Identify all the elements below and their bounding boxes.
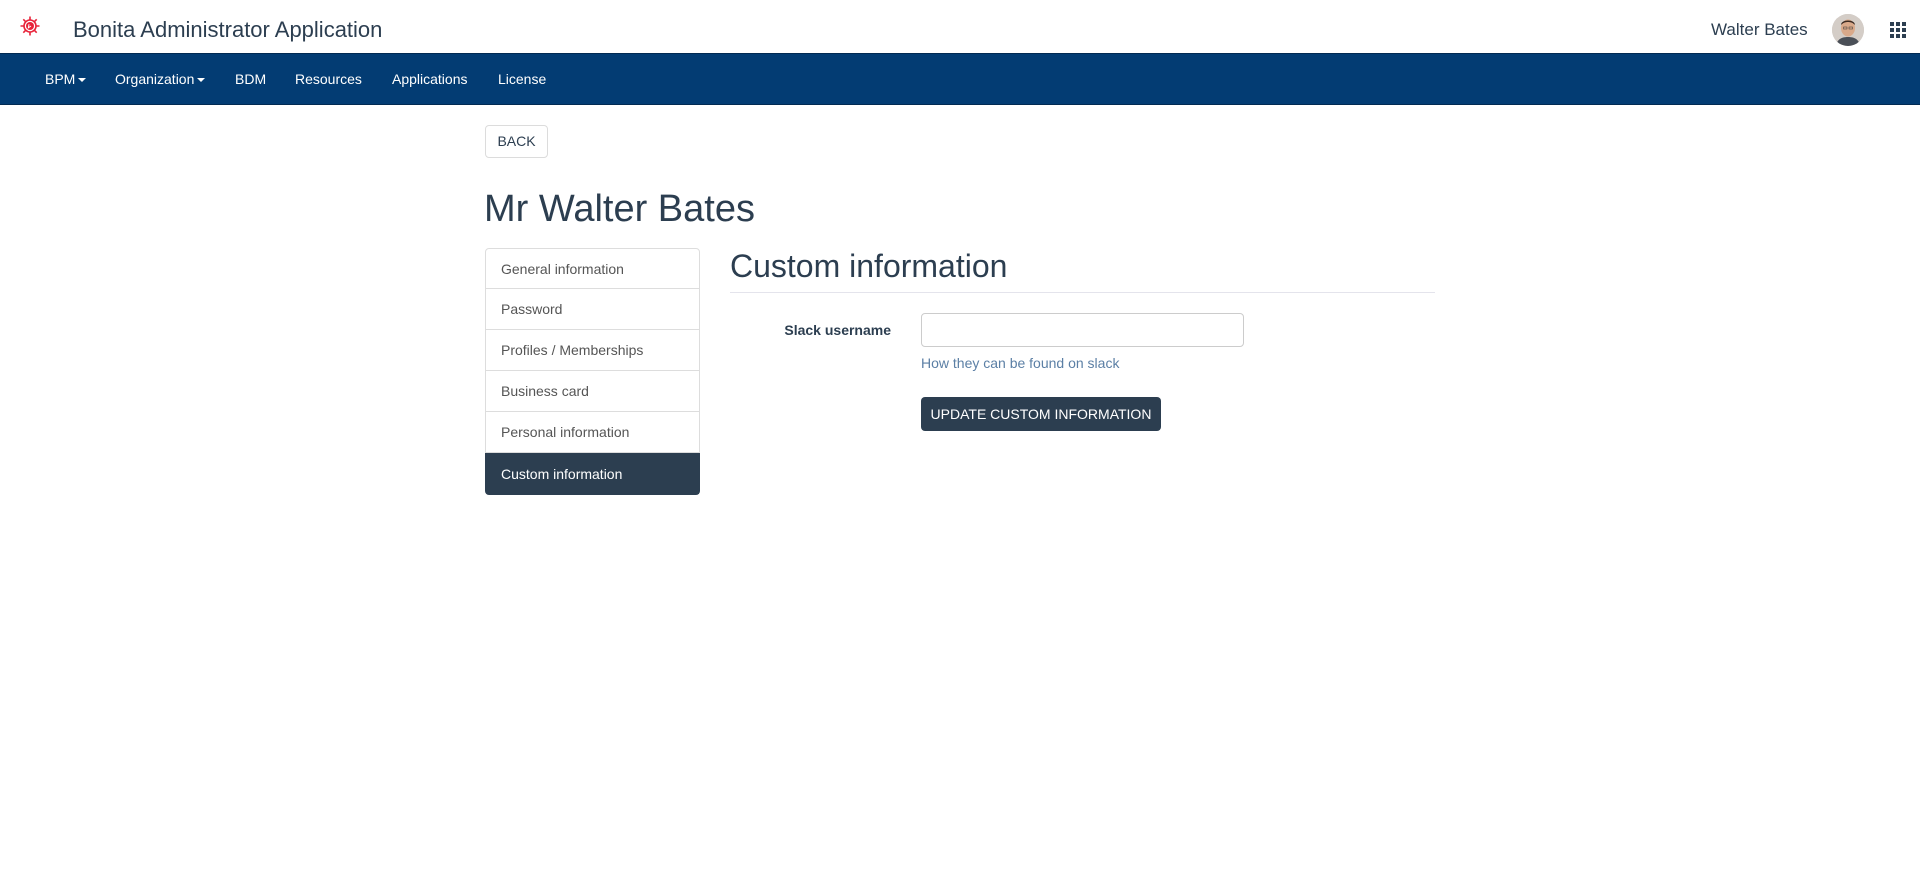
nav-bpm[interactable]: BPM bbox=[45, 54, 87, 104]
app-header: Bonita Administrator Application Walter … bbox=[0, 0, 1920, 53]
sidebar-item-business-card[interactable]: Business card bbox=[485, 371, 700, 412]
sidebar-item-password[interactable]: Password bbox=[485, 289, 700, 330]
section-title: Custom information bbox=[730, 248, 1008, 284]
nav-applications-label: Applications bbox=[392, 71, 468, 87]
main-navbar: BPM Organization BDM Resources Applicati… bbox=[0, 53, 1920, 105]
app-title: Bonita Administrator Application bbox=[73, 17, 383, 42]
caret-down-icon bbox=[197, 78, 206, 83]
slack-username-help: How they can be found on slack bbox=[921, 355, 1120, 371]
nav-organization-label: Organization bbox=[115, 71, 195, 87]
nav-license-label: License bbox=[498, 71, 547, 87]
nav-organization[interactable]: Organization bbox=[115, 54, 206, 104]
slack-username-input[interactable] bbox=[921, 313, 1244, 347]
page-title: Mr Walter Bates bbox=[484, 188, 755, 230]
section-divider bbox=[730, 292, 1435, 293]
nav-bdm-label: BDM bbox=[235, 71, 267, 87]
back-button[interactable]: BACK bbox=[485, 125, 548, 158]
nav-license[interactable]: License bbox=[498, 54, 546, 104]
nav-resources[interactable]: Resources bbox=[295, 54, 362, 104]
sidebar-item-profiles-memberships[interactable]: Profiles / Memberships bbox=[485, 330, 700, 371]
update-custom-information-button[interactable]: UPDATE CUSTOM INFORMATION bbox=[921, 397, 1161, 431]
caret-down-icon bbox=[78, 78, 87, 83]
nav-bdm[interactable]: BDM bbox=[235, 54, 266, 104]
nav-bpm-label: BPM bbox=[45, 71, 76, 87]
sidebar-item-general-information[interactable]: General information bbox=[485, 248, 700, 289]
bonita-logo-icon[interactable] bbox=[19, 15, 41, 37]
sidebar-item-custom-information[interactable]: Custom information bbox=[485, 453, 700, 495]
user-name[interactable]: Walter Bates bbox=[1711, 19, 1808, 41]
slack-username-label: Slack username bbox=[784, 322, 891, 338]
apps-grid-icon[interactable] bbox=[1890, 22, 1906, 38]
user-avatar[interactable] bbox=[1832, 14, 1864, 46]
user-sections-list: General information Password Profiles / … bbox=[485, 248, 700, 495]
sidebar-item-personal-information[interactable]: Personal information bbox=[485, 412, 700, 453]
nav-resources-label: Resources bbox=[295, 71, 362, 87]
nav-applications[interactable]: Applications bbox=[392, 54, 468, 104]
